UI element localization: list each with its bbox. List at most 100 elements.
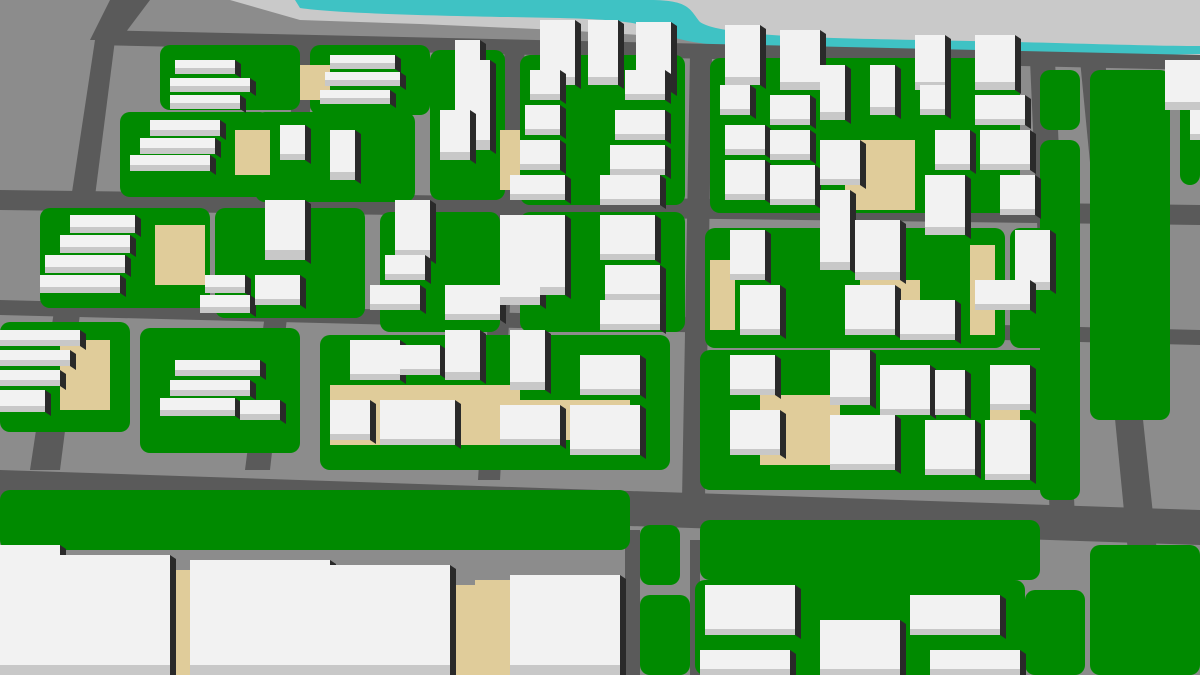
building-shadow — [1050, 230, 1056, 294]
building-side — [975, 82, 1015, 90]
building-top — [400, 345, 440, 369]
building-top — [705, 585, 795, 629]
building-side — [370, 304, 420, 310]
building-shadow — [450, 565, 456, 675]
building-shadow — [955, 300, 961, 344]
building — [510, 330, 551, 394]
building — [395, 200, 436, 264]
building-shadow — [900, 220, 906, 284]
building-shadow — [355, 130, 361, 184]
building-side — [820, 262, 850, 270]
building-shadow — [660, 265, 666, 304]
plaza-area — [235, 130, 270, 175]
building-top — [525, 105, 560, 129]
building-top — [990, 365, 1030, 404]
building-top — [240, 400, 280, 414]
building-top — [520, 140, 560, 164]
green-block — [1090, 545, 1200, 675]
building-shadow — [45, 390, 51, 416]
building-side — [985, 474, 1030, 480]
building — [880, 365, 936, 419]
building-shadow — [795, 585, 801, 639]
building-side — [510, 382, 545, 390]
building-top — [770, 165, 815, 199]
building-side — [770, 154, 810, 160]
building-top — [930, 650, 1020, 669]
building-side — [588, 77, 618, 85]
building-top — [700, 650, 790, 669]
building — [740, 285, 786, 339]
building — [190, 560, 336, 675]
building-shadow — [545, 330, 551, 394]
building-side — [190, 665, 330, 675]
building-side — [725, 77, 760, 85]
building — [1190, 110, 1200, 140]
building-shadow — [305, 200, 311, 264]
building-top — [600, 175, 660, 199]
building — [820, 620, 906, 675]
building-top — [330, 130, 355, 172]
building-shadow — [1015, 35, 1021, 94]
building-side — [320, 98, 390, 104]
building-shadow — [845, 65, 851, 124]
building — [780, 30, 826, 94]
building-side — [780, 82, 820, 90]
building — [820, 190, 856, 274]
building — [725, 25, 766, 89]
building-top — [325, 72, 400, 80]
building-top — [920, 85, 945, 109]
building-top — [510, 175, 565, 194]
building-side — [0, 380, 60, 386]
building-shadow — [565, 215, 571, 299]
building-side — [400, 369, 440, 375]
building-shadow — [280, 400, 286, 424]
building-top — [975, 35, 1015, 82]
building-side — [0, 340, 80, 346]
building-side — [870, 107, 895, 115]
building-top — [820, 140, 860, 179]
building-shadow — [665, 145, 671, 179]
building-top — [600, 215, 655, 254]
building — [720, 85, 756, 119]
building-top — [915, 35, 945, 82]
building-side — [600, 324, 660, 330]
building-top — [510, 575, 620, 665]
building-top — [935, 370, 965, 409]
building-top — [910, 595, 1000, 629]
building-top — [385, 255, 425, 274]
building-top — [580, 355, 640, 389]
building-shadow — [790, 650, 796, 675]
building-top — [60, 235, 130, 247]
building-side — [770, 199, 815, 205]
building — [820, 65, 851, 124]
building-side — [445, 314, 500, 320]
building-shadow — [1020, 650, 1026, 675]
building-side — [920, 109, 945, 115]
building-top — [1165, 60, 1200, 102]
building-side — [720, 109, 750, 115]
building-side — [990, 404, 1030, 410]
building-side — [820, 179, 860, 185]
building-top — [720, 85, 750, 109]
building-side — [830, 464, 895, 470]
building-shadow — [671, 22, 677, 96]
building — [925, 175, 971, 239]
building-top — [170, 380, 250, 390]
building-side — [175, 68, 235, 74]
building-side — [330, 434, 370, 440]
building — [870, 65, 901, 119]
building-top — [200, 295, 250, 307]
building-shadow — [895, 415, 901, 474]
building-top — [975, 95, 1025, 119]
building-side — [705, 629, 795, 635]
building-shadow — [420, 285, 426, 314]
building-top — [350, 340, 400, 374]
building-top — [130, 155, 210, 165]
building-shadow — [620, 575, 626, 675]
building-side — [740, 329, 780, 335]
building-side — [200, 307, 250, 313]
building-side — [330, 63, 395, 69]
building-side — [730, 389, 775, 395]
building-shadow — [655, 215, 661, 264]
building-top — [440, 110, 470, 152]
